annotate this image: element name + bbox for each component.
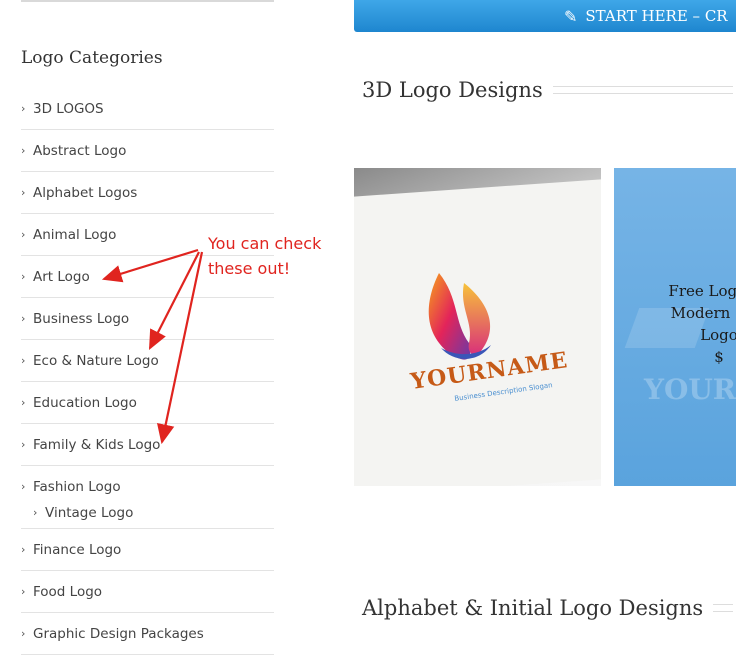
annotation-arrows: [101, 248, 204, 445]
arrow-to-art-logo: [101, 248, 199, 283]
arrow-to-family-kids-logo: [157, 251, 204, 445]
